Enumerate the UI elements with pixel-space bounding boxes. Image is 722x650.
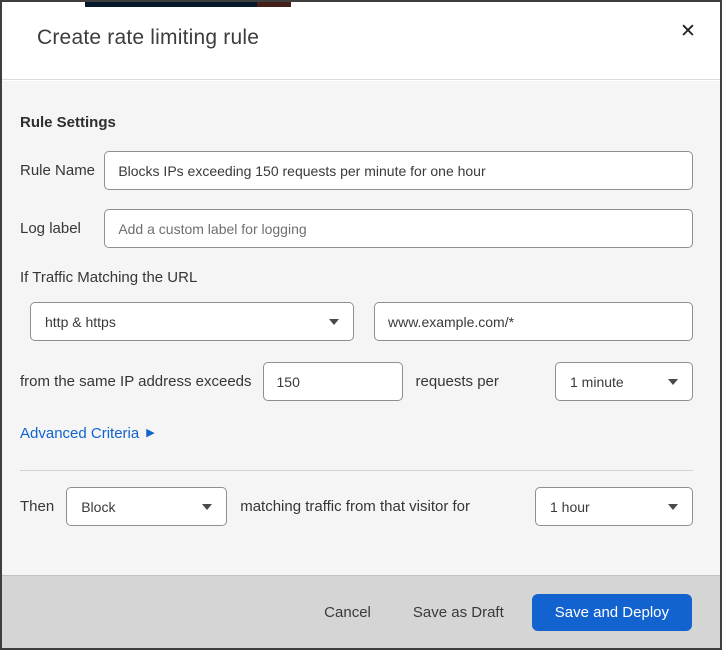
chevron-down-icon: [329, 318, 339, 325]
save-as-draft-button[interactable]: Save as Draft: [392, 594, 525, 631]
background-page-sliver: [85, 2, 257, 7]
duration-select-value: 1 hour: [550, 498, 590, 515]
matching-traffic-text: matching traffic from that visitor for: [240, 498, 471, 515]
save-and-deploy-button[interactable]: Save and Deploy: [531, 593, 692, 631]
traffic-match-intro: If Traffic Matching the URL: [20, 269, 198, 286]
action-row: Then Block matching traffic from that vi…: [20, 487, 693, 526]
period-select-value: 1 minute: [570, 373, 624, 390]
chevron-down-icon: [202, 503, 213, 510]
rule-name-label: Rule Name: [20, 162, 96, 179]
log-label-row: Log label: [20, 209, 693, 248]
duration-select[interactable]: 1 hour: [535, 487, 693, 526]
advanced-criteria-label: Advanced Criteria: [20, 425, 140, 442]
scheme-url-row: http & https: [20, 302, 693, 341]
url-pattern-input[interactable]: [374, 302, 693, 341]
section-divider: [20, 470, 693, 471]
dialog-body: Rule Settings Rule Name Log label If Tra…: [2, 81, 720, 575]
requests-per-text: requests per: [415, 373, 499, 390]
scheme-select-value: http & https: [45, 313, 116, 330]
advanced-criteria-link[interactable]: Advanced Criteria ▶: [20, 425, 155, 442]
rule-name-input[interactable]: [104, 151, 693, 190]
dialog-title: Create rate limiting rule: [37, 26, 260, 49]
cancel-button[interactable]: Cancel: [303, 594, 392, 631]
rule-name-row: Rule Name: [20, 151, 693, 190]
background-page-sliver-accent: [257, 2, 291, 7]
chevron-down-icon: [668, 378, 678, 385]
action-select-value: Block: [81, 498, 116, 515]
dialog-header: Create rate limiting rule ✕: [2, 2, 720, 80]
request-count-input[interactable]: [262, 362, 403, 401]
period-select[interactable]: 1 minute: [555, 362, 693, 401]
scheme-select[interactable]: http & https: [30, 302, 354, 341]
create-rate-limiting-rule-dialog: Create rate limiting rule ✕ Rule Setting…: [0, 0, 722, 650]
close-icon[interactable]: ✕: [674, 18, 702, 46]
dialog-footer: Cancel Save as Draft Save and Deploy: [2, 575, 720, 648]
expand-arrow-icon: ▶: [146, 427, 155, 439]
threshold-row: from the same IP address exceeds request…: [20, 362, 693, 401]
log-label-input[interactable]: [104, 209, 693, 248]
threshold-prefix-text: from the same IP address exceeds: [20, 373, 252, 390]
action-select[interactable]: Block: [66, 487, 228, 526]
chevron-down-icon: [668, 503, 678, 510]
rule-settings-heading: Rule Settings: [20, 114, 116, 131]
then-label: Then: [20, 498, 55, 515]
log-label-label: Log label: [20, 220, 81, 237]
